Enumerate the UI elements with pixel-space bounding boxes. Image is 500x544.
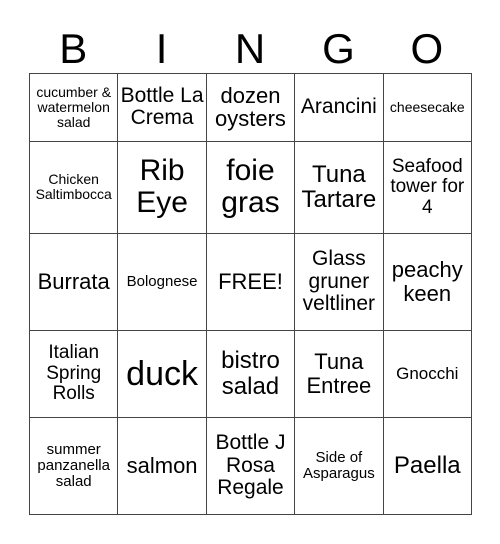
bingo-cell[interactable]: Tuna Entree xyxy=(294,329,384,419)
grid-row-3: Burrata Bolognese FREE! Glass gruner vel… xyxy=(28,233,473,331)
bingo-cell[interactable]: Seafood tower for 4 xyxy=(382,140,473,235)
bingo-cell[interactable]: dozen oysters xyxy=(205,73,296,142)
bingo-header: B I N G O xyxy=(29,26,471,72)
grid-row-5: summer panzanella salad salmon Bottle J … xyxy=(28,417,473,515)
header-letter-i: I xyxy=(155,25,168,72)
grid-row-2: Chicken Saltimbocca Rib Eye foie gras Tu… xyxy=(28,140,473,235)
bingo-cell[interactable]: Side of Asparagus xyxy=(294,417,384,515)
header-letter-o: O xyxy=(410,25,444,72)
grid-row-4: Italian Spring Rolls duck bistro salad T… xyxy=(28,329,473,419)
bingo-cell[interactable]: Italian Spring Rolls xyxy=(28,329,119,419)
bingo-cell[interactable]: Rib Eye xyxy=(117,140,207,235)
bingo-cell[interactable]: Tuna Tartare xyxy=(294,140,384,235)
bingo-cell[interactable]: cheesecake xyxy=(382,73,473,142)
bingo-cell[interactable]: bistro salad xyxy=(205,329,296,419)
header-letter-n: N xyxy=(234,25,266,72)
bingo-cell[interactable]: summer panzanella salad xyxy=(28,417,119,515)
bingo-cell[interactable]: Paella xyxy=(382,417,473,515)
bingo-cell[interactable]: Arancini xyxy=(294,73,384,142)
bingo-cell[interactable]: Bottle La Crema xyxy=(117,73,207,142)
bingo-grid: cucumber & watermelon salad Bottle La Cr… xyxy=(28,73,473,515)
bingo-cell[interactable]: duck xyxy=(117,329,207,419)
free-space-cell[interactable]: FREE! xyxy=(205,233,296,331)
bingo-cell[interactable]: Gnocchi xyxy=(382,329,473,419)
bingo-cell[interactable]: Bolognese xyxy=(117,233,207,331)
bingo-cell[interactable]: salmon xyxy=(117,417,207,515)
bingo-cell[interactable]: peachy keen xyxy=(382,233,473,331)
header-letter-b: B xyxy=(59,25,88,72)
bingo-cell[interactable]: cucumber & watermelon salad xyxy=(28,73,119,142)
bingo-cell[interactable]: Chicken Saltimbocca xyxy=(28,140,119,235)
bingo-cell[interactable]: Glass gruner veltliner xyxy=(294,233,384,331)
bingo-cell[interactable]: Bottle J Rosa Regale xyxy=(205,417,296,515)
header-letter-g: G xyxy=(322,25,355,72)
bingo-cell[interactable]: Burrata xyxy=(28,233,119,331)
grid-row-1: cucumber & watermelon salad Bottle La Cr… xyxy=(28,73,473,142)
bingo-cell[interactable]: foie gras xyxy=(205,140,296,235)
